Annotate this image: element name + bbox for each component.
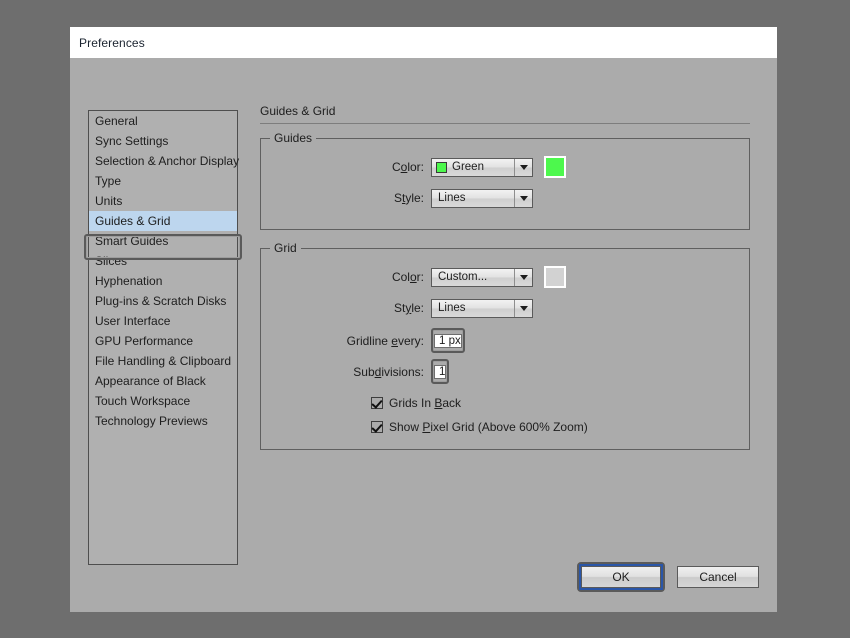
- guides-style-label: Style:: [271, 191, 431, 205]
- show-pixel-grid-row[interactable]: Show Pixel Grid (Above 600% Zoom): [271, 415, 739, 439]
- gridline-every-focus-ring: 1 px: [431, 328, 465, 353]
- grid-color-row: Color: Custom...: [271, 263, 739, 291]
- grid-color-swatch[interactable]: [544, 266, 566, 288]
- page-title-rule: [260, 123, 750, 124]
- sidebar-item-technology-previews[interactable]: Technology Previews: [89, 411, 237, 431]
- sidebar-item-slices[interactable]: Slices: [89, 251, 237, 271]
- sidebar-item-file-handling-clipboard[interactable]: File Handling & Clipboard: [89, 351, 237, 371]
- ok-button[interactable]: OK: [581, 566, 661, 588]
- dialog-body: General Sync Settings Selection & Anchor…: [70, 58, 777, 612]
- sidebar-item-selection-anchor-display[interactable]: Selection & Anchor Display: [89, 151, 237, 171]
- grid-group-label: Grid: [270, 241, 301, 255]
- guides-style-row: Style: Lines: [271, 184, 739, 212]
- dialog-titlebar: Preferences: [70, 27, 777, 58]
- sidebar-item-smart-guides[interactable]: Smart Guides: [89, 231, 237, 251]
- chevron-down-icon[interactable]: [515, 159, 532, 176]
- guides-group-label: Guides: [270, 131, 316, 145]
- preferences-dialog: Preferences General Sync Settings Select…: [70, 27, 777, 612]
- grid-color-dropdown[interactable]: Custom...: [431, 268, 533, 287]
- chevron-down-icon[interactable]: [515, 269, 532, 286]
- guides-color-value: Green: [447, 161, 514, 173]
- gridline-every-input[interactable]: 1 px: [434, 334, 462, 348]
- grids-in-back-row[interactable]: Grids In Back: [271, 391, 739, 415]
- sidebar-item-sync-settings[interactable]: Sync Settings: [89, 131, 237, 151]
- guides-style-dropdown[interactable]: Lines: [431, 189, 533, 208]
- grid-style-label: Style:: [271, 301, 431, 315]
- grid-color-value: Custom...: [432, 271, 514, 283]
- show-pixel-grid-checkbox[interactable]: [371, 421, 383, 433]
- gridline-every-row: Gridline every: 1 px: [271, 325, 739, 356]
- guides-color-dropdown[interactable]: Green: [431, 158, 533, 177]
- guides-color-label: Color:: [271, 160, 431, 174]
- dialog-title: Preferences: [79, 36, 145, 50]
- page-title: Guides & Grid: [260, 104, 750, 121]
- sidebar-item-appearance-of-black[interactable]: Appearance of Black: [89, 371, 237, 391]
- preferences-pane: Guides & Grid Guides Color: Green Sty: [260, 104, 750, 468]
- sidebar-item-plug-ins-scratch-disks[interactable]: Plug-ins & Scratch Disks: [89, 291, 237, 311]
- grids-in-back-label: Grids In Back: [389, 396, 461, 410]
- grid-color-label: Color:: [271, 270, 431, 284]
- guides-style-value: Lines: [432, 192, 514, 204]
- grid-style-row: Style: Lines: [271, 294, 739, 322]
- ok-button-focus-ring: OK: [577, 562, 665, 592]
- grid-group: Grid Color: Custom... Style: Lines: [260, 248, 750, 450]
- grid-style-dropdown[interactable]: Lines: [431, 299, 533, 318]
- sidebar-item-user-interface[interactable]: User Interface: [89, 311, 237, 331]
- chevron-down-icon[interactable]: [515, 300, 532, 317]
- grids-in-back-checkbox[interactable]: [371, 397, 383, 409]
- subdivisions-row: Subdivisions: 1: [271, 356, 739, 387]
- subdivisions-label: Subdivisions:: [271, 365, 431, 379]
- guides-color-inline-swatch: [436, 162, 447, 173]
- subdivisions-input[interactable]: 1: [434, 365, 446, 379]
- cancel-button[interactable]: Cancel: [677, 566, 759, 588]
- gridline-every-label: Gridline every:: [271, 334, 431, 348]
- grid-style-value: Lines: [432, 302, 514, 314]
- guides-color-row: Color: Green: [271, 153, 739, 181]
- sidebar-item-units[interactable]: Units: [89, 191, 237, 211]
- sidebar-item-touch-workspace[interactable]: Touch Workspace: [89, 391, 237, 411]
- show-pixel-grid-label: Show Pixel Grid (Above 600% Zoom): [389, 420, 588, 434]
- sidebar-item-general[interactable]: General: [89, 111, 237, 131]
- guides-group: Guides Color: Green Style: Lines: [260, 138, 750, 230]
- chevron-down-icon[interactable]: [515, 190, 532, 207]
- guides-color-swatch[interactable]: [544, 156, 566, 178]
- sidebar-item-gpu-performance[interactable]: GPU Performance: [89, 331, 237, 351]
- sidebar-item-hyphenation[interactable]: Hyphenation: [89, 271, 237, 291]
- sidebar-item-type[interactable]: Type: [89, 171, 237, 191]
- sidebar-item-guides-grid[interactable]: Guides & Grid: [89, 211, 237, 231]
- category-list[interactable]: General Sync Settings Selection & Anchor…: [88, 110, 238, 565]
- dialog-button-bar: OK Cancel: [577, 562, 759, 592]
- subdivisions-focus-ring: 1: [431, 359, 449, 384]
